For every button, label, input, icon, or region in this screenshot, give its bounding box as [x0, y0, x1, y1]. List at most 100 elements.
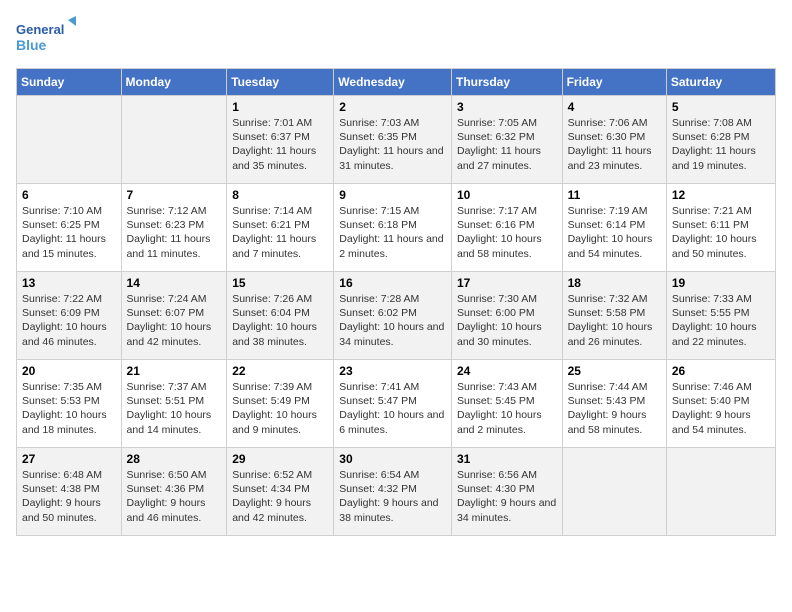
day-content: Sunrise: 7:32 AMSunset: 5:58 PMDaylight:… [568, 292, 661, 349]
column-header-sunday: Sunday [17, 69, 122, 96]
logo: General Blue [16, 16, 76, 60]
day-cell: 5 Sunrise: 7:08 AMSunset: 6:28 PMDaylight… [666, 96, 775, 184]
day-number: 7 [127, 188, 222, 202]
day-number: 19 [672, 276, 770, 290]
column-header-saturday: Saturday [666, 69, 775, 96]
svg-text:General: General [16, 22, 64, 37]
day-cell: 9 Sunrise: 7:15 AMSunset: 6:18 PMDaylight… [334, 184, 452, 272]
day-number: 28 [127, 452, 222, 466]
day-content: Sunrise: 7:30 AMSunset: 6:00 PMDaylight:… [457, 292, 557, 349]
day-cell: 26Sunrise: 7:46 AMSunset: 5:40 PMDayligh… [666, 360, 775, 448]
day-cell: 7 Sunrise: 7:12 AMSunset: 6:23 PMDaylight… [121, 184, 227, 272]
day-content: Sunrise: 6:54 AMSunset: 4:32 PMDaylight:… [339, 468, 446, 525]
day-number: 4 [568, 100, 661, 114]
column-header-wednesday: Wednesday [334, 69, 452, 96]
svg-text:Blue: Blue [16, 37, 47, 53]
header-row: SundayMondayTuesdayWednesdayThursdayFrid… [17, 69, 776, 96]
day-content: Sunrise: 7:12 AMSunset: 6:23 PMDaylight:… [127, 204, 222, 261]
day-number: 21 [127, 364, 222, 378]
day-number: 5 [672, 100, 770, 114]
day-cell: 13 Sunrise: 7:22 AMSunset: 6:09 PMDayligh… [17, 272, 122, 360]
day-number: 1 [232, 100, 328, 114]
day-cell: 24Sunrise: 7:43 AMSunset: 5:45 PMDayligh… [451, 360, 562, 448]
day-content: Sunrise: 7:15 AMSunset: 6:18 PMDaylight:… [339, 204, 446, 261]
day-cell: 22Sunrise: 7:39 AMSunset: 5:49 PMDayligh… [227, 360, 334, 448]
day-content: Sunrise: 7:03 AMSunset: 6:35 PMDaylight:… [339, 116, 446, 173]
day-number: 16 [339, 276, 446, 290]
week-row-2: 6Sunrise: 7:10 AMSunset: 6:25 PMDaylight… [17, 184, 776, 272]
column-header-thursday: Thursday [451, 69, 562, 96]
day-content: Sunrise: 6:50 AMSunset: 4:36 PMDaylight:… [127, 468, 222, 525]
column-header-monday: Monday [121, 69, 227, 96]
day-number: 22 [232, 364, 328, 378]
day-content: Sunrise: 6:56 AMSunset: 4:30 PMDaylight:… [457, 468, 557, 525]
day-content: Sunrise: 7:21 AMSunset: 6:11 PMDaylight:… [672, 204, 770, 261]
day-cell: 12 Sunrise: 7:21 AMSunset: 6:11 PMDayligh… [666, 184, 775, 272]
day-content: Sunrise: 7:41 AMSunset: 5:47 PMDaylight:… [339, 380, 446, 437]
day-cell: 28 Sunrise: 6:50 AMSunset: 4:36 PMDayligh… [121, 448, 227, 536]
week-row-5: 27Sunrise: 6:48 AMSunset: 4:38 PMDayligh… [17, 448, 776, 536]
day-cell: 19Sunrise: 7:33 AMSunset: 5:55 PMDayligh… [666, 272, 775, 360]
day-cell: 2 Sunrise: 7:03 AMSunset: 6:35 PMDaylight… [334, 96, 452, 184]
day-cell: 1 Sunrise: 7:01 AMSunset: 6:37 PMDaylight… [227, 96, 334, 184]
day-content: Sunrise: 7:05 AMSunset: 6:32 PMDaylight:… [457, 116, 557, 173]
day-content: Sunrise: 7:08 AMSunset: 6:28 PMDaylight:… [672, 116, 770, 173]
day-number: 25 [568, 364, 661, 378]
day-cell: 23 Sunrise: 7:41 AMSunset: 5:47 PMDayligh… [334, 360, 452, 448]
day-cell: 8Sunrise: 7:14 AMSunset: 6:21 PMDaylight… [227, 184, 334, 272]
page-header: General Blue [16, 16, 776, 60]
day-number: 13 [22, 276, 116, 290]
day-cell: 27Sunrise: 6:48 AMSunset: 4:38 PMDayligh… [17, 448, 122, 536]
week-row-1: 1 Sunrise: 7:01 AMSunset: 6:37 PMDaylight… [17, 96, 776, 184]
day-number: 20 [22, 364, 116, 378]
day-cell [562, 448, 666, 536]
day-content: Sunrise: 7:24 AMSunset: 6:07 PMDaylight:… [127, 292, 222, 349]
day-number: 9 [339, 188, 446, 202]
day-number: 29 [232, 452, 328, 466]
column-header-friday: Friday [562, 69, 666, 96]
day-content: Sunrise: 7:17 AMSunset: 6:16 PMDaylight:… [457, 204, 557, 261]
day-number: 12 [672, 188, 770, 202]
day-content: Sunrise: 7:37 AMSunset: 5:51 PMDaylight:… [127, 380, 222, 437]
day-cell: 14Sunrise: 7:24 AMSunset: 6:07 PMDayligh… [121, 272, 227, 360]
day-number: 17 [457, 276, 557, 290]
day-cell [17, 96, 122, 184]
day-number: 18 [568, 276, 661, 290]
day-content: Sunrise: 7:44 AMSunset: 5:43 PMDaylight:… [568, 380, 661, 437]
day-cell: 31 Sunrise: 6:56 AMSunset: 4:30 PMDayligh… [451, 448, 562, 536]
day-cell: 25 Sunrise: 7:44 AMSunset: 5:43 PMDayligh… [562, 360, 666, 448]
day-cell: 17 Sunrise: 7:30 AMSunset: 6:00 PMDayligh… [451, 272, 562, 360]
column-header-tuesday: Tuesday [227, 69, 334, 96]
day-cell [121, 96, 227, 184]
day-content: Sunrise: 7:01 AMSunset: 6:37 PMDaylight:… [232, 116, 328, 173]
week-row-4: 20 Sunrise: 7:35 AMSunset: 5:53 PMDayligh… [17, 360, 776, 448]
day-content: Sunrise: 7:06 AMSunset: 6:30 PMDaylight:… [568, 116, 661, 173]
day-number: 8 [232, 188, 328, 202]
day-number: 15 [232, 276, 328, 290]
day-content: Sunrise: 7:19 AMSunset: 6:14 PMDaylight:… [568, 204, 661, 261]
day-content: Sunrise: 7:35 AMSunset: 5:53 PMDaylight:… [22, 380, 116, 437]
day-cell: 10Sunrise: 7:17 AMSunset: 6:16 PMDayligh… [451, 184, 562, 272]
day-cell: 29Sunrise: 6:52 AMSunset: 4:34 PMDayligh… [227, 448, 334, 536]
day-number: 3 [457, 100, 557, 114]
day-number: 23 [339, 364, 446, 378]
day-number: 30 [339, 452, 446, 466]
calendar-table: SundayMondayTuesdayWednesdayThursdayFrid… [16, 68, 776, 536]
day-cell: 11 Sunrise: 7:19 AMSunset: 6:14 PMDayligh… [562, 184, 666, 272]
day-cell: 15 Sunrise: 7:26 AMSunset: 6:04 PMDayligh… [227, 272, 334, 360]
day-content: Sunrise: 7:26 AMSunset: 6:04 PMDaylight:… [232, 292, 328, 349]
day-cell: 16 Sunrise: 7:28 AMSunset: 6:02 PMDayligh… [334, 272, 452, 360]
day-cell: 18 Sunrise: 7:32 AMSunset: 5:58 PMDayligh… [562, 272, 666, 360]
day-content: Sunrise: 7:22 AMSunset: 6:09 PMDaylight:… [22, 292, 116, 349]
logo-svg: General Blue [16, 16, 76, 60]
day-content: Sunrise: 7:46 AMSunset: 5:40 PMDaylight:… [672, 380, 770, 437]
day-cell: 3 Sunrise: 7:05 AMSunset: 6:32 PMDaylight… [451, 96, 562, 184]
day-number: 31 [457, 452, 557, 466]
day-number: 2 [339, 100, 446, 114]
day-content: Sunrise: 6:48 AMSunset: 4:38 PMDaylight:… [22, 468, 116, 525]
day-number: 11 [568, 188, 661, 202]
day-number: 6 [22, 188, 116, 202]
day-number: 24 [457, 364, 557, 378]
day-cell: 20 Sunrise: 7:35 AMSunset: 5:53 PMDayligh… [17, 360, 122, 448]
day-content: Sunrise: 7:28 AMSunset: 6:02 PMDaylight:… [339, 292, 446, 349]
